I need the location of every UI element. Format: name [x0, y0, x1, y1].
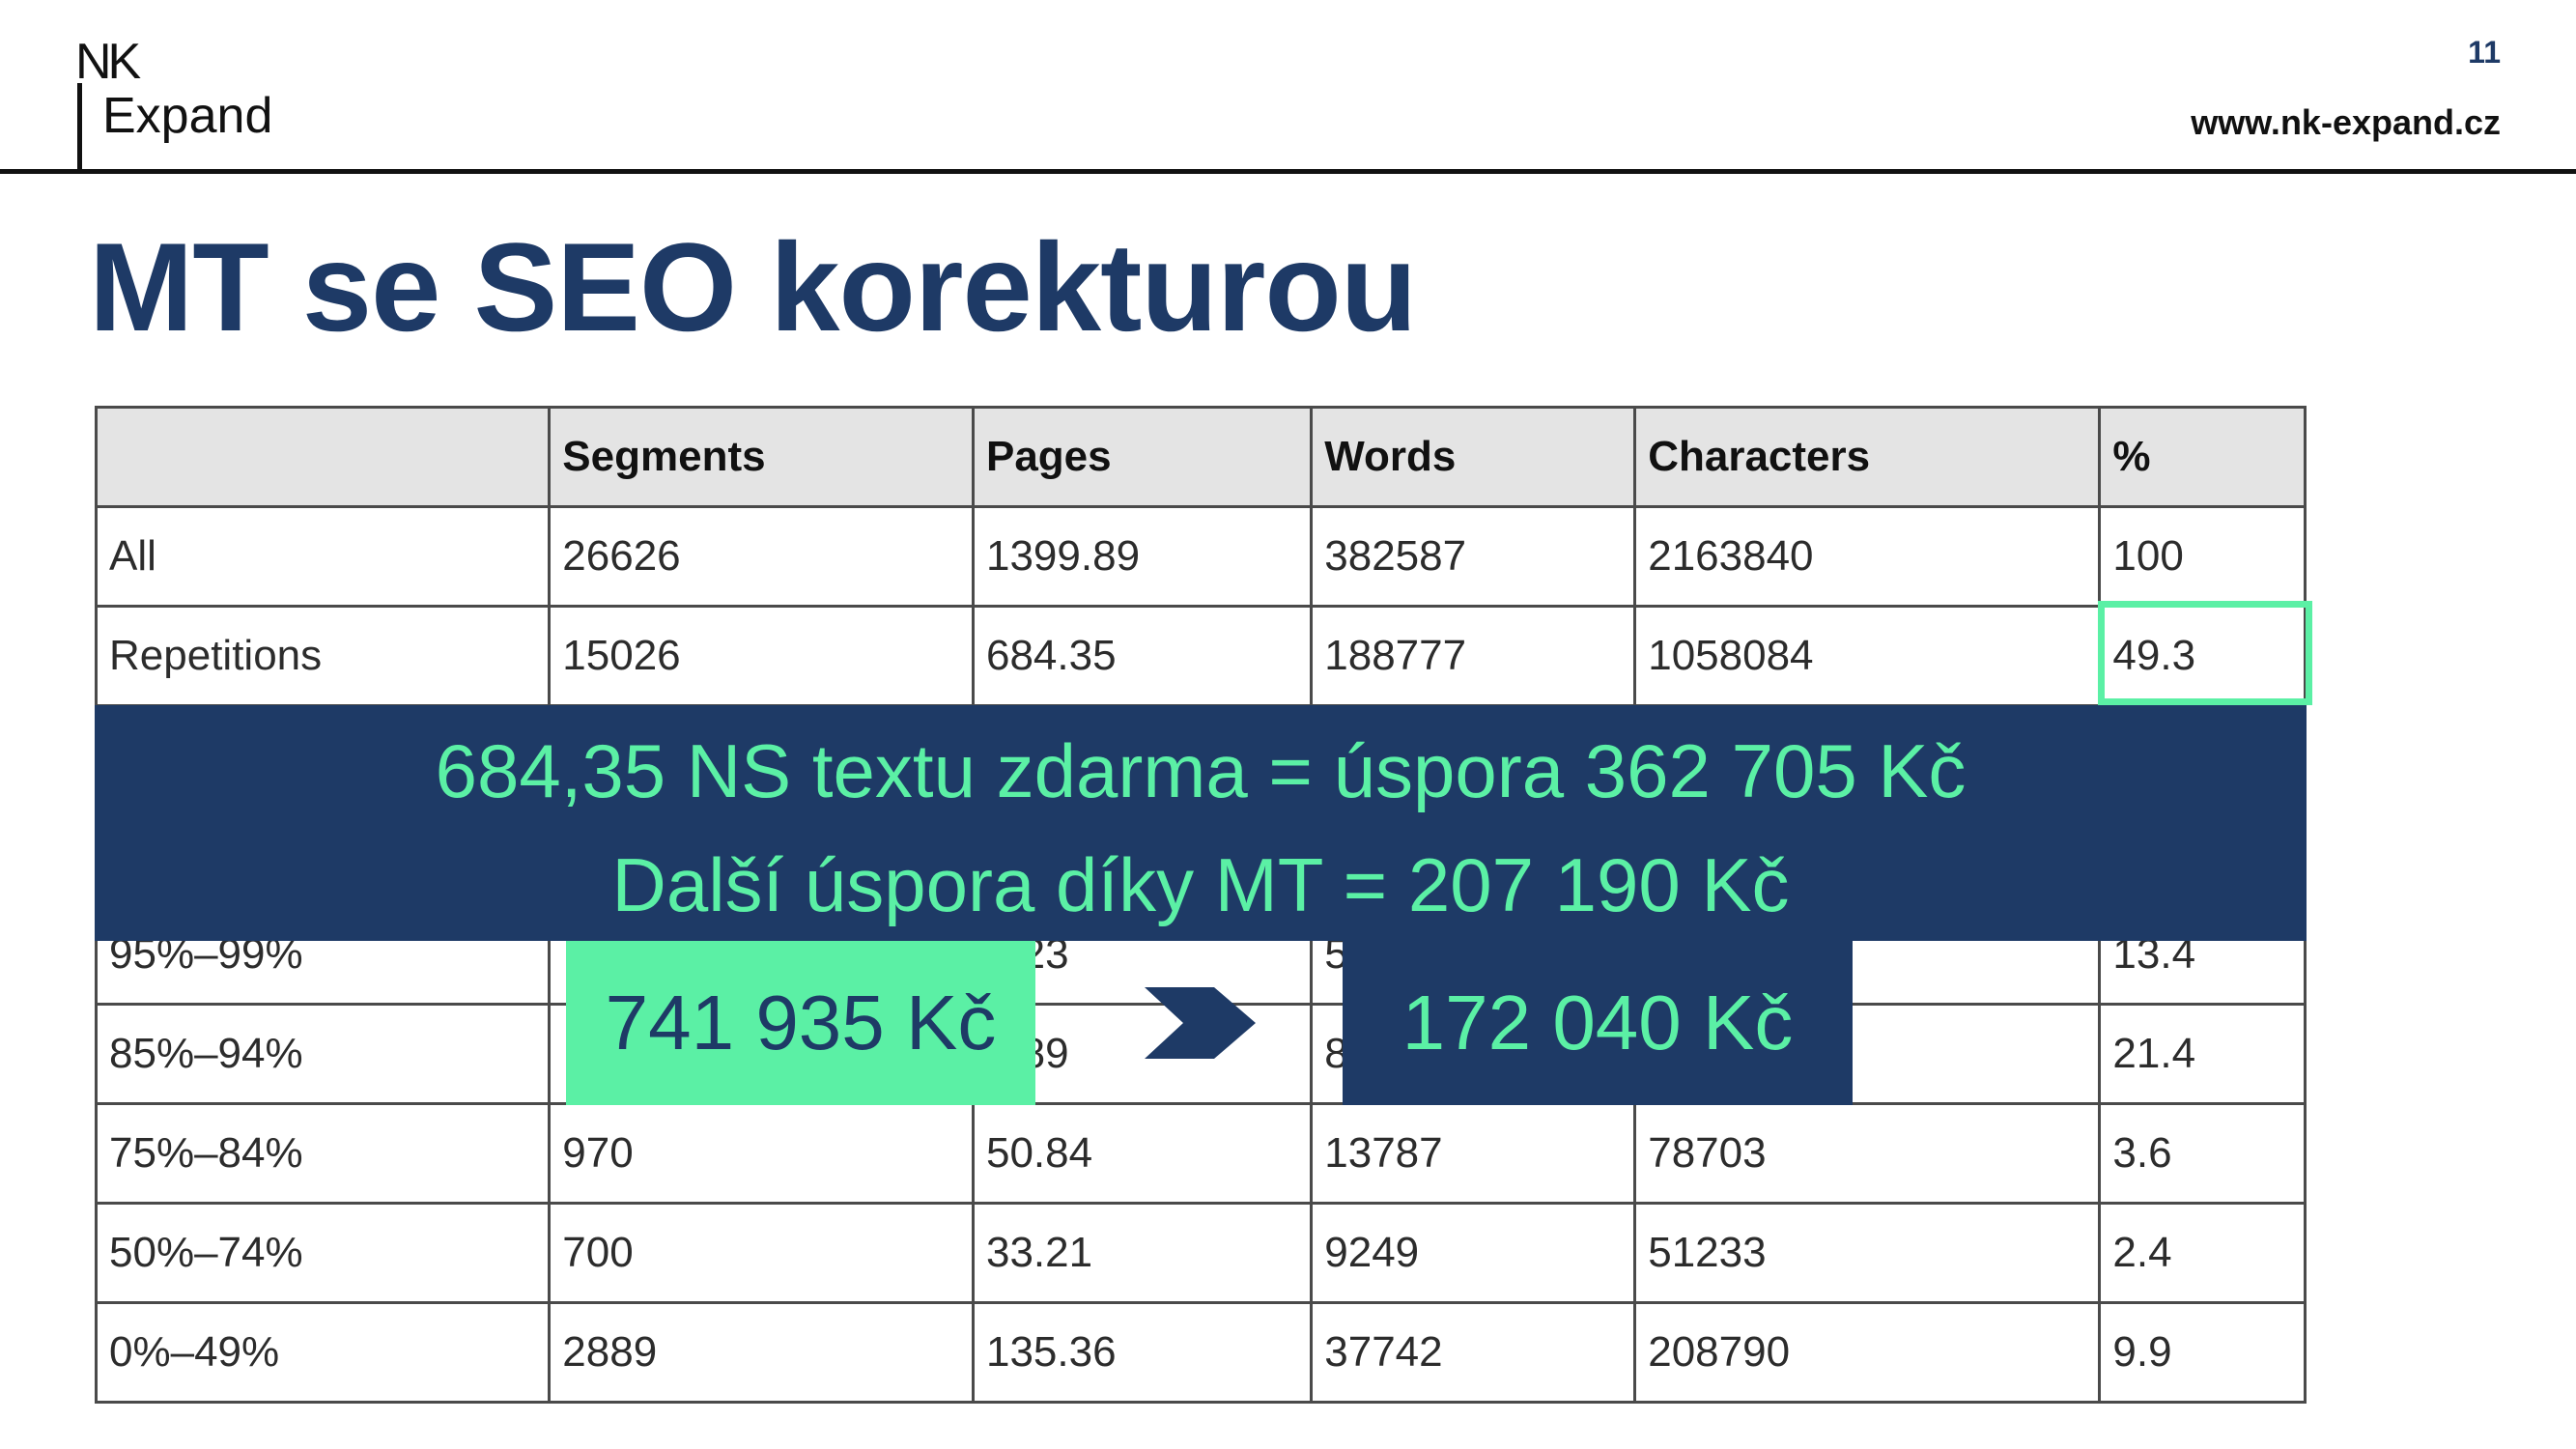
column-header: Pages [971, 406, 1314, 508]
table-row: 50%–74% 700 33.21 9249 51233 2.4 [94, 1202, 2307, 1304]
new-price-value: 172 040 Kč [1401, 980, 1794, 1065]
column-header: Characters [1633, 406, 2102, 508]
table-cell: 21.4 [2098, 1003, 2307, 1105]
savings-banner: 684,35 NS textu zdarma = úspora 362 705 … [95, 705, 2307, 941]
column-header: Segments [548, 406, 975, 508]
page-number: 11 [2468, 35, 2501, 70]
table-cell: 50.84 [971, 1102, 1314, 1205]
table-cell: Repetitions [94, 605, 552, 707]
table-cell: 13787 [1310, 1102, 1637, 1205]
column-header [94, 406, 552, 508]
table-cell: All [94, 505, 552, 608]
column-header: Words [1310, 406, 1637, 508]
table-cell: 75%–84% [94, 1102, 552, 1205]
table-cell: 2163840 [1633, 505, 2102, 608]
table-cell: 50%–74% [94, 1202, 552, 1304]
table-row: Repetitions 15026 684.35 188777 1058084 … [94, 605, 2307, 707]
table-cell: 0%–49% [94, 1301, 552, 1404]
table-row: 0%–49% 2889 135.36 37742 208790 9.9 [94, 1301, 2307, 1404]
company-logo: NK Expand [75, 34, 326, 170]
logo-monogram: NK [75, 34, 141, 90]
table-cell: 9.9 [2098, 1301, 2307, 1404]
header-divider [0, 169, 2576, 174]
table-cell: 15026 [548, 605, 975, 707]
table-cell: 382587 [1310, 505, 1637, 608]
table-cell: 3.6 [2098, 1102, 2307, 1205]
table-cell: 2.4 [2098, 1202, 2307, 1304]
column-header: % [2098, 406, 2307, 508]
logo-bar [77, 83, 82, 170]
table-cell: 26626 [548, 505, 975, 608]
table-cell: 37742 [1310, 1301, 1637, 1404]
table-cell: 78703 [1633, 1102, 2102, 1205]
table-cell: 51233 [1633, 1202, 2102, 1304]
table-cell: 135.36 [971, 1301, 1314, 1404]
table-row: 75%–84% 970 50.84 13787 78703 3.6 [94, 1102, 2307, 1205]
table-header-row: Segments Pages Words Characters % [94, 406, 2307, 508]
slide-title: MT se SEO korekturou [89, 216, 1417, 357]
logo-wordmark: Expand [102, 88, 273, 144]
table-cell: 188777 [1310, 605, 1637, 707]
new-price-box: 172 040 Kč [1343, 941, 1853, 1105]
table-cell: 208790 [1633, 1301, 2102, 1404]
table-row: All 26626 1399.89 382587 2163840 100 [94, 505, 2307, 608]
table-cell: 970 [548, 1102, 975, 1205]
old-price-box: 741 935 Kč [566, 941, 1035, 1105]
table-cell: 9249 [1310, 1202, 1637, 1304]
table-cell: 2889 [548, 1301, 975, 1404]
table-cell: 100 [2098, 505, 2307, 608]
table-cell: 700 [548, 1202, 975, 1304]
highlight-box [2098, 601, 2312, 705]
savings-line-2: Další úspora díky MT = 207 190 Kč [611, 842, 1790, 927]
table-cell: 1058084 [1633, 605, 2102, 707]
old-price-value: 741 935 Kč [605, 980, 997, 1065]
table-cell: 684.35 [971, 605, 1314, 707]
table-cell: 33.21 [971, 1202, 1314, 1304]
table-cell: 1399.89 [971, 505, 1314, 608]
table-cell: 85%–94% [94, 1003, 552, 1105]
website-url[interactable]: www.nk-expand.cz [2191, 102, 2501, 143]
chevron-right-icon [1145, 987, 1256, 1059]
savings-line-1: 684,35 NS textu zdarma = úspora 362 705 … [435, 728, 1967, 813]
